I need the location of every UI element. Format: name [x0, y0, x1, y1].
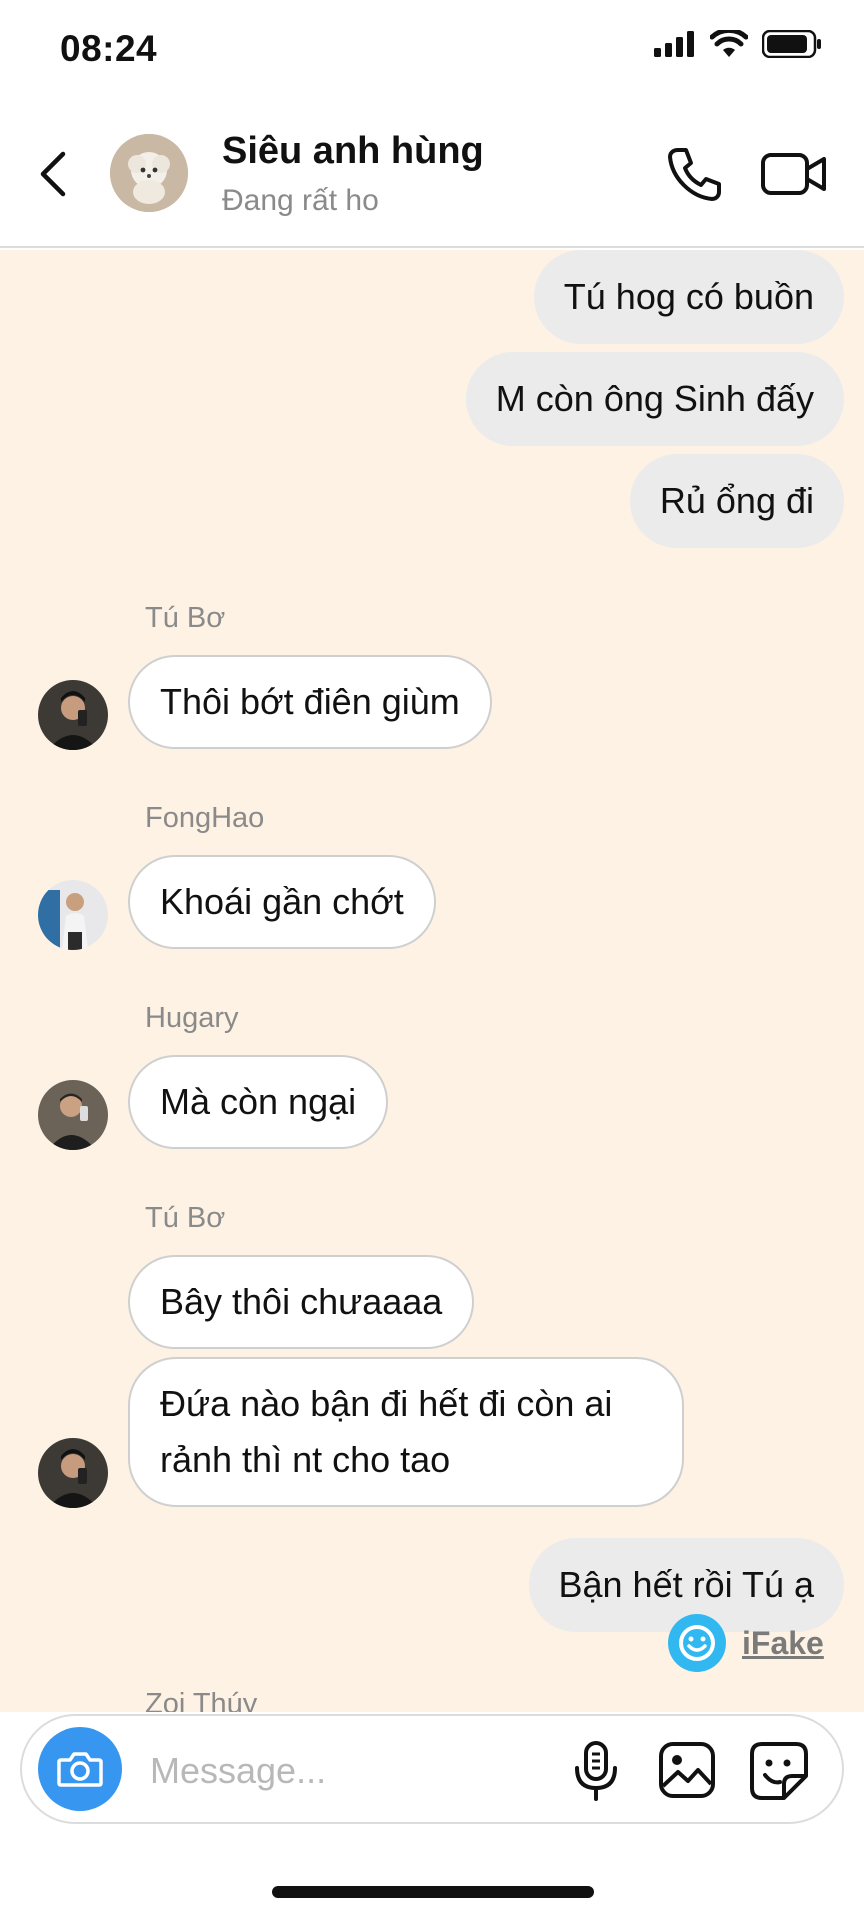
status-time: 08:24 — [60, 28, 158, 69]
incoming-message[interactable]: Bây thôi chưaaaa — [128, 1255, 475, 1349]
sender-name: Tú Bơ — [145, 1202, 226, 1234]
sticker-button[interactable] — [748, 1740, 810, 1802]
phone-icon — [668, 148, 721, 201]
sender-name: FongHao — [145, 802, 265, 834]
outgoing-message[interactable]: Rủ ổng đi — [629, 454, 844, 548]
outgoing-message[interactable]: M còn ông Sinh đấy — [465, 352, 844, 446]
message-input[interactable] — [150, 1744, 550, 1798]
watermark-text: iFake — [742, 1624, 824, 1661]
gallery-button[interactable] — [658, 1740, 716, 1800]
sender-avatar[interactable] — [38, 880, 108, 950]
battery-icon — [762, 30, 821, 58]
sender-name: Hugary — [145, 1002, 239, 1034]
back-button[interactable] — [30, 146, 74, 202]
chat-header: Siêu anh hùng Đang rất hoạt động — [0, 100, 864, 248]
microphone-icon — [575, 1741, 617, 1801]
outgoing-message[interactable]: Tú hog có buồn — [533, 250, 844, 344]
chat-title[interactable]: Siêu anh hùng — [222, 130, 484, 173]
sender-avatar[interactable] — [38, 1438, 108, 1508]
ifake-watermark: iFake — [668, 1614, 824, 1672]
chat-subtitle: Đang rất hoạt động — [222, 184, 378, 217]
avatar-photo — [38, 680, 108, 750]
group-avatar[interactable] — [110, 134, 188, 212]
audio-call-button[interactable] — [664, 144, 724, 204]
incoming-message[interactable]: Mà còn ngại — [128, 1055, 389, 1149]
camera-button[interactable] — [38, 1727, 122, 1811]
group-avatar-image — [110, 134, 188, 212]
incoming-message[interactable]: Đứa nào bận đi hết đi còn ai rảnh thì nt… — [128, 1357, 684, 1507]
message-composer — [20, 1714, 844, 1824]
sender-avatar[interactable] — [38, 680, 108, 750]
back-chevron-icon — [40, 151, 66, 197]
video-call-button[interactable] — [760, 150, 828, 198]
sticker-icon — [750, 1742, 808, 1800]
smiley-icon — [668, 1614, 726, 1672]
avatar-photo — [38, 1080, 108, 1150]
camera-icon — [57, 1752, 103, 1787]
gallery-icon — [659, 1742, 715, 1798]
status-bar: 08:24 — [0, 0, 864, 100]
avatar-photo — [38, 880, 108, 950]
incoming-message[interactable]: Khoái gần chớt — [128, 855, 436, 949]
sender-avatar[interactable] — [38, 1080, 108, 1150]
status-icons — [654, 30, 822, 58]
cellular-signal-icon — [654, 31, 694, 57]
voice-message-button[interactable] — [568, 1740, 624, 1802]
avatar-photo — [38, 1438, 108, 1508]
wifi-icon — [710, 30, 748, 57]
home-indicator[interactable] — [272, 1886, 594, 1898]
message-thread[interactable]: Tú hog có buồn M còn ông Sinh đấy Rủ ổng… — [0, 250, 864, 1712]
video-camera-icon — [761, 153, 826, 195]
sender-name: Tú Bơ — [145, 602, 226, 634]
sender-name: Zoi Thúy — [145, 1688, 258, 1712]
incoming-message[interactable]: Thôi bớt điên giùm — [128, 655, 492, 749]
